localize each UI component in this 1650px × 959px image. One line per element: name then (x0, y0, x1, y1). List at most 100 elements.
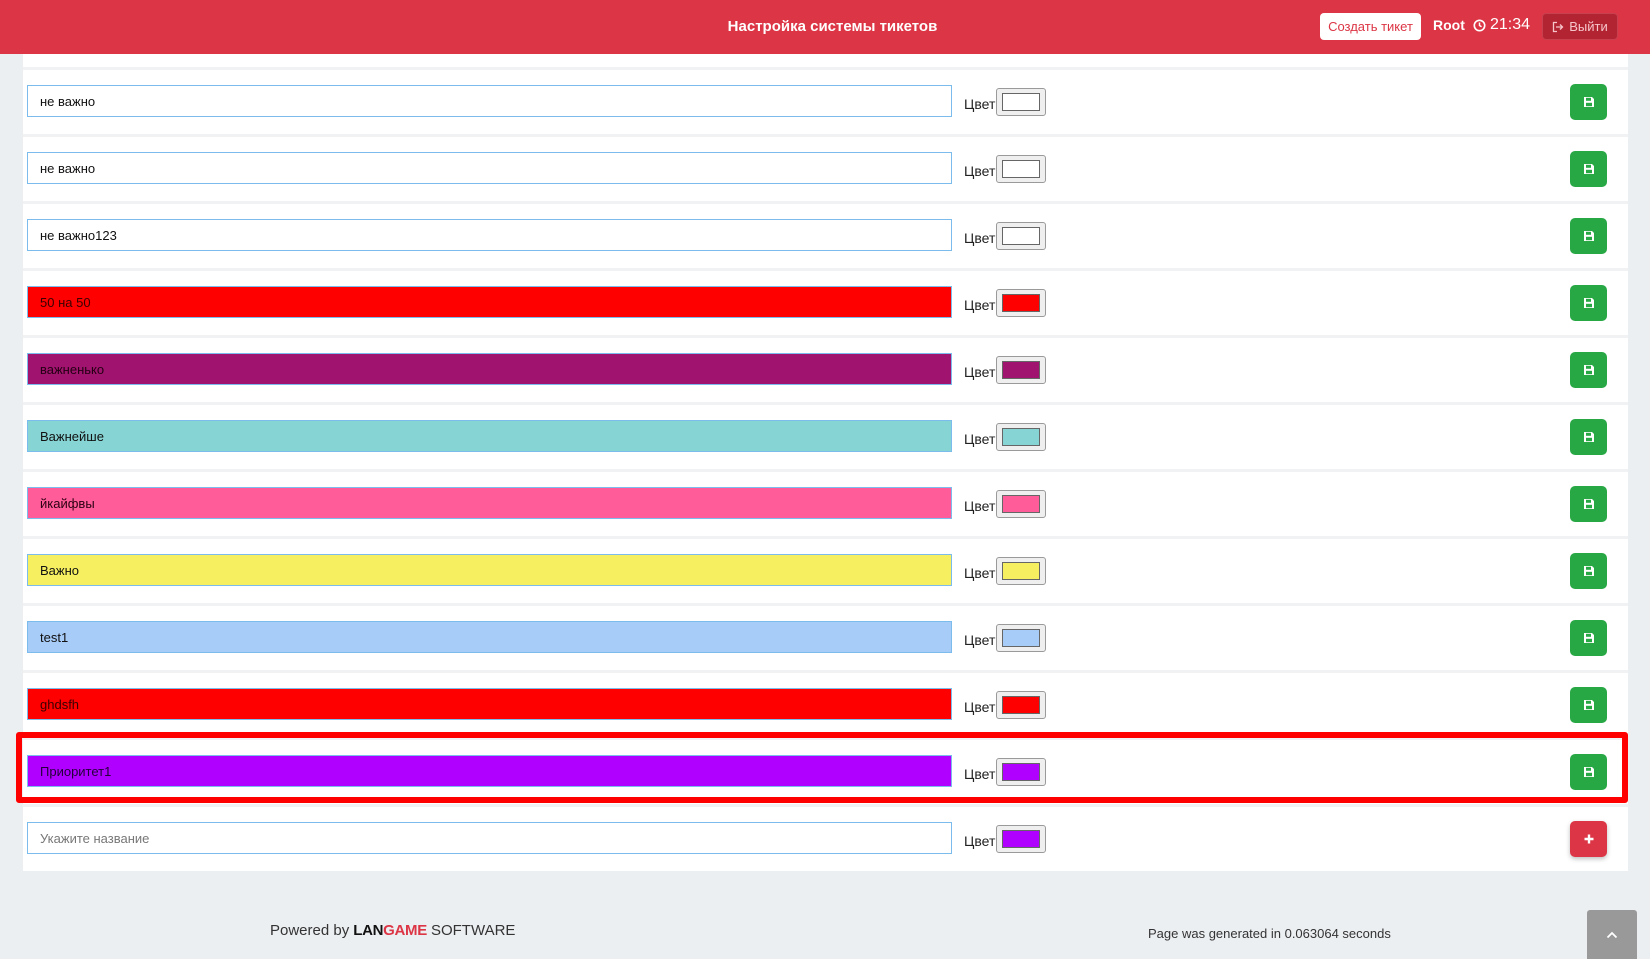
color-swatch (1002, 696, 1040, 714)
color-swatch (1002, 495, 1040, 513)
priority-row: Цвет (23, 472, 1628, 536)
color-picker[interactable] (996, 155, 1046, 183)
priority-row: Цвет (23, 539, 1628, 603)
user-name[interactable]: Root (1433, 17, 1465, 33)
langame-logo[interactable]: LANGAME (353, 922, 427, 939)
priority-name-input[interactable] (27, 420, 952, 452)
save-priority-button[interactable] (1570, 352, 1607, 388)
plus-icon (1584, 834, 1593, 844)
priority-name-input[interactable] (27, 554, 952, 586)
color-swatch (1002, 763, 1040, 781)
color-picker[interactable] (996, 356, 1046, 384)
color-picker[interactable] (996, 289, 1046, 317)
color-swatch (1002, 227, 1040, 245)
priority-name-input[interactable] (27, 286, 952, 318)
priority-name-input[interactable] (27, 688, 952, 720)
add-priority-button[interactable] (1570, 821, 1607, 857)
color-label: Цвет (964, 163, 996, 179)
color-swatch (1002, 629, 1040, 647)
new-priority-row: Цвет (23, 807, 1628, 871)
priority-row: Цвет (23, 606, 1628, 670)
floppy-disk-icon (1583, 566, 1594, 576)
floppy-disk-icon (1583, 499, 1594, 509)
color-swatch (1002, 361, 1040, 379)
color-label: Цвет (964, 431, 996, 447)
footer: Powered by LANGAME SOFTWARE Page was gen… (0, 900, 1650, 959)
priority-name-input[interactable] (27, 85, 952, 117)
color-label: Цвет (964, 632, 996, 648)
priority-row: Цвет (23, 338, 1628, 402)
floppy-disk-icon (1583, 298, 1594, 308)
color-label: Цвет (964, 766, 996, 782)
color-picker[interactable] (996, 423, 1046, 451)
logout-label: Выйти (1569, 19, 1608, 34)
priority-row-highlighted: Цвет (23, 740, 1628, 804)
save-priority-button[interactable] (1570, 620, 1607, 656)
priority-name-input[interactable] (27, 621, 952, 653)
priority-name-input[interactable] (27, 219, 952, 251)
powered-by-label: Powered by (270, 922, 350, 939)
color-picker[interactable] (996, 88, 1046, 116)
color-swatch (1002, 160, 1040, 178)
save-priority-button[interactable] (1570, 687, 1607, 723)
color-swatch (1002, 428, 1040, 446)
chevron-up-icon (1606, 931, 1618, 938)
color-label: Цвет (964, 565, 996, 581)
priority-name-input[interactable] (27, 353, 952, 385)
color-swatch (1002, 830, 1040, 848)
priority-name-input[interactable] (27, 487, 952, 519)
new-color-picker[interactable] (996, 825, 1046, 853)
floppy-disk-icon (1583, 432, 1594, 442)
floppy-disk-icon (1583, 164, 1594, 174)
sign-out-icon (1553, 21, 1564, 32)
priority-row: Цвет (23, 204, 1628, 268)
software-label: SOFTWARE (430, 922, 516, 939)
priority-row: Цвет (23, 70, 1628, 134)
floppy-disk-icon (1583, 97, 1594, 107)
priority-row: Цвет (23, 137, 1628, 201)
save-priority-button[interactable] (1570, 218, 1607, 254)
color-picker[interactable] (996, 490, 1046, 518)
floppy-disk-icon (1583, 700, 1594, 710)
priority-row: Цвет (23, 673, 1628, 737)
save-priority-button[interactable] (1570, 553, 1607, 589)
priority-name-input[interactable] (27, 152, 952, 184)
save-priority-button[interactable] (1570, 419, 1607, 455)
color-label: Цвет (964, 297, 996, 313)
priority-name-input[interactable] (27, 755, 952, 787)
color-label: Цвет (964, 833, 996, 849)
color-picker[interactable] (996, 624, 1046, 652)
color-picker[interactable] (996, 758, 1046, 786)
scroll-to-top-button[interactable] (1587, 910, 1637, 959)
priority-list: Цвет Цвет Цвет Цвет Цвет (23, 70, 1628, 874)
color-label: Цвет (964, 364, 996, 380)
priority-row: Цвет (23, 271, 1628, 335)
color-picker[interactable] (996, 557, 1046, 585)
color-label: Цвет (964, 230, 996, 246)
save-priority-button[interactable] (1570, 285, 1607, 321)
floppy-disk-icon (1583, 633, 1594, 643)
save-priority-button[interactable] (1570, 754, 1607, 790)
save-priority-button[interactable] (1570, 84, 1607, 120)
save-priority-button[interactable] (1570, 151, 1607, 187)
color-swatch (1002, 93, 1040, 111)
color-label: Цвет (964, 699, 996, 715)
color-label: Цвет (964, 498, 996, 514)
save-priority-button[interactable] (1570, 486, 1607, 522)
color-swatch (1002, 562, 1040, 580)
create-ticket-button[interactable]: Создать тикет (1320, 13, 1421, 40)
floppy-disk-icon (1583, 365, 1594, 375)
floppy-disk-icon (1583, 231, 1594, 241)
new-priority-name-input[interactable] (27, 822, 952, 854)
priority-row: Цвет (23, 405, 1628, 469)
powered-by: Powered by LANGAME SOFTWARE (270, 922, 515, 939)
clock: 21:34 (1473, 16, 1530, 34)
top-navbar: Настройка системы тикетов Создать тикет … (0, 0, 1650, 54)
color-swatch (1002, 294, 1040, 312)
clock-time: 21:34 (1490, 16, 1531, 33)
color-picker[interactable] (996, 222, 1046, 250)
color-label: Цвет (964, 96, 996, 112)
color-picker[interactable] (996, 691, 1046, 719)
priority-settings-panel: Цвет Цвет Цвет Цвет Цвет (23, 54, 1628, 871)
logout-button[interactable]: Выйти (1542, 13, 1618, 40)
